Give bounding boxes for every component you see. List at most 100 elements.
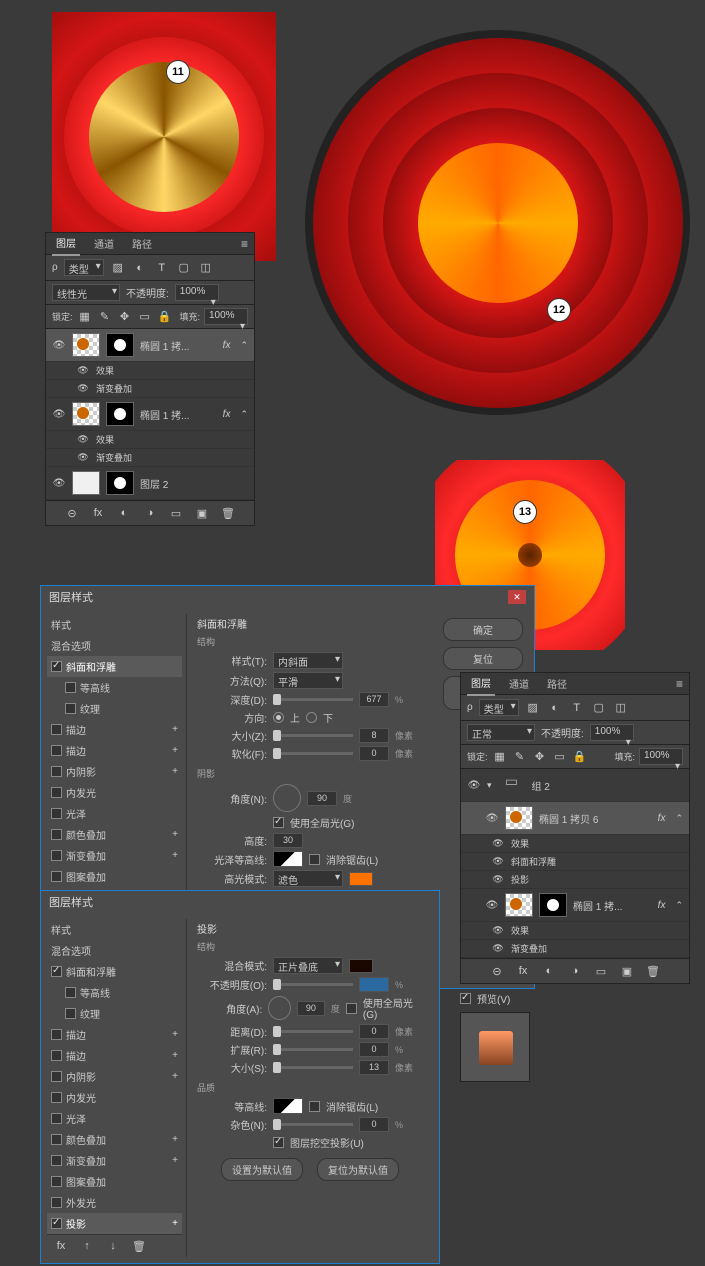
lock-all-icon[interactable]: 🔒 xyxy=(157,309,173,325)
link-icon[interactable]: ⊝ xyxy=(64,505,80,521)
filter-shape-icon[interactable]: ▢ xyxy=(176,260,192,276)
style-stroke[interactable]: 描边+ xyxy=(47,719,182,740)
lock-brush-icon[interactable]: ✎ xyxy=(512,749,528,765)
fx-effects-row[interactable]: 👁效果 xyxy=(46,431,254,449)
anti-alias-check[interactable] xyxy=(309,1101,320,1112)
dir-down-radio[interactable] xyxy=(306,712,317,723)
fill-select[interactable]: 100% xyxy=(204,308,248,325)
visibility-icon[interactable]: 👁 xyxy=(467,780,481,791)
mask-icon[interactable]: ◐ xyxy=(116,505,132,521)
style-satin[interactable]: 光泽 xyxy=(47,1108,182,1129)
filter-type-select[interactable]: 类型 xyxy=(479,699,519,716)
shadow-color[interactable] xyxy=(349,959,373,973)
lock-all-icon[interactable]: 🔒 xyxy=(572,749,588,765)
style-texture[interactable]: 纹理 xyxy=(47,698,182,719)
style-color[interactable]: 颜色叠加+ xyxy=(47,1129,182,1150)
filter-adjust-icon[interactable]: ◐ xyxy=(547,700,563,716)
lock-move-icon[interactable]: ✥ xyxy=(117,309,133,325)
adjustment-icon[interactable]: ◑ xyxy=(567,963,583,979)
fx-icon[interactable]: fx xyxy=(515,963,531,979)
distance-slider[interactable] xyxy=(273,1030,353,1033)
style-color[interactable]: 颜色叠加+ xyxy=(47,824,182,845)
highlight-mode-select[interactable]: 滤色 xyxy=(273,870,343,887)
layer-row-1[interactable]: 👁 椭圆 1 拷... fx ⌃ xyxy=(46,329,254,362)
visibility-icon[interactable]: 👁 xyxy=(52,478,66,489)
knockout-check[interactable] xyxy=(273,1137,284,1148)
fx-icon[interactable]: fx xyxy=(90,505,106,521)
new-layer-icon[interactable]: ▣ xyxy=(194,505,210,521)
lock-artboard-icon[interactable]: ▭ xyxy=(137,309,153,325)
soften-value[interactable]: 0 xyxy=(359,746,389,761)
fill-select[interactable]: 100% xyxy=(639,748,683,765)
layer-name[interactable]: 椭圆 1 拷... xyxy=(140,407,217,422)
shadow-size-slider[interactable] xyxy=(273,1066,353,1069)
filter-smart-icon[interactable]: ◫ xyxy=(613,700,629,716)
fx-shadow-row[interactable]: 👁投影 xyxy=(461,871,689,889)
style-bevel[interactable]: 斜面和浮雕 xyxy=(47,961,182,982)
depth-slider[interactable] xyxy=(273,698,353,701)
style-inglow[interactable]: 内发光 xyxy=(47,782,182,803)
layer-row-1[interactable]: 👁 椭圆 1 拷贝 6 fx⌃ xyxy=(461,802,689,835)
cancel-button[interactable]: 复位 xyxy=(443,647,523,670)
fx-effects-row[interactable]: 👁效果 xyxy=(461,922,689,940)
style-inglow[interactable]: 内发光 xyxy=(47,1087,182,1108)
gloss-contour[interactable] xyxy=(273,851,303,867)
filter-text-icon[interactable]: T xyxy=(569,700,585,716)
visibility-icon[interactable]: 👁 xyxy=(485,900,499,911)
layer-name[interactable]: 椭圆 1 拷... xyxy=(140,338,217,353)
angle-dial[interactable] xyxy=(273,784,301,812)
style-blend[interactable]: 混合选项 xyxy=(47,940,182,961)
bevel-method-select[interactable]: 平滑 xyxy=(273,672,343,689)
lock-pixels-icon[interactable]: ▦ xyxy=(77,309,93,325)
style-drop[interactable]: 投影+ xyxy=(47,1213,182,1234)
fx-manage-icon[interactable]: fx xyxy=(53,1238,69,1254)
size-slider[interactable] xyxy=(273,734,353,737)
tab-paths[interactable]: 路径 xyxy=(128,232,156,255)
anti-alias-check[interactable] xyxy=(309,854,320,865)
style-pattern[interactable]: 图案叠加 xyxy=(47,866,182,887)
angle-dial[interactable] xyxy=(268,996,291,1020)
filter-shape-icon[interactable]: ▢ xyxy=(591,700,607,716)
style-stroke2[interactable]: 描边+ xyxy=(47,1045,182,1066)
style-outglow[interactable]: 外发光 xyxy=(47,1192,182,1213)
style-grad[interactable]: 渐变叠加+ xyxy=(47,1150,182,1171)
style-inshadow[interactable]: 内阴影+ xyxy=(47,761,182,782)
filter-text-icon[interactable]: T xyxy=(154,260,170,276)
contour-picker[interactable] xyxy=(273,1098,303,1114)
filter-image-icon[interactable]: ▨ xyxy=(525,700,541,716)
lock-artboard-icon[interactable]: ▭ xyxy=(552,749,568,765)
filter-adjust-icon[interactable]: ◐ xyxy=(132,260,148,276)
fx-badge[interactable]: fx xyxy=(223,340,231,351)
style-texture[interactable]: 纹理 xyxy=(47,1003,182,1024)
fx-gradient-row[interactable]: 👁渐变叠加 xyxy=(46,380,254,398)
link-icon[interactable]: ⊝ xyxy=(489,963,505,979)
filter-type-select[interactable]: 类型 xyxy=(64,259,104,276)
style-grad[interactable]: 渐变叠加+ xyxy=(47,845,182,866)
reset-default-button[interactable]: 复位为默认值 xyxy=(317,1158,399,1181)
size-value[interactable]: 8 xyxy=(359,728,389,743)
blend-mode-select[interactable]: 正常 xyxy=(467,724,535,741)
bevel-style-select[interactable]: 内斜面 xyxy=(273,652,343,669)
panel-menu-icon[interactable]: ≡ xyxy=(676,677,683,691)
blend-mode-select[interactable]: 线性光 xyxy=(52,284,120,301)
style-styles[interactable]: 样式 xyxy=(47,614,182,635)
soften-slider[interactable] xyxy=(273,752,353,755)
dir-up-radio[interactable] xyxy=(273,712,284,723)
noise-slider[interactable] xyxy=(273,1123,353,1126)
tab-layers[interactable]: 图层 xyxy=(52,231,80,256)
opacity-select[interactable]: 100% xyxy=(175,284,219,301)
visibility-icon[interactable]: 👁 xyxy=(52,409,66,420)
layer-row-2[interactable]: 👁 椭圆 1 拷... fx⌃ xyxy=(461,889,689,922)
ok-button[interactable]: 确定 xyxy=(443,618,523,641)
layer-row-3[interactable]: 👁 图层 2 xyxy=(46,467,254,500)
highlight-color[interactable] xyxy=(349,872,373,886)
visibility-icon[interactable]: 👁 xyxy=(485,813,499,824)
style-styles[interactable]: 样式 xyxy=(47,919,182,940)
expand-icon[interactable]: ⌃ xyxy=(240,409,248,420)
global-light-check[interactable] xyxy=(346,1003,357,1014)
tab-channels[interactable]: 通道 xyxy=(505,672,533,695)
filter-image-icon[interactable]: ▨ xyxy=(110,260,126,276)
close-icon[interactable]: ✕ xyxy=(508,590,526,604)
fx-effects-row[interactable]: 👁效果 xyxy=(461,835,689,853)
opacity-select[interactable]: 100% xyxy=(590,724,634,741)
